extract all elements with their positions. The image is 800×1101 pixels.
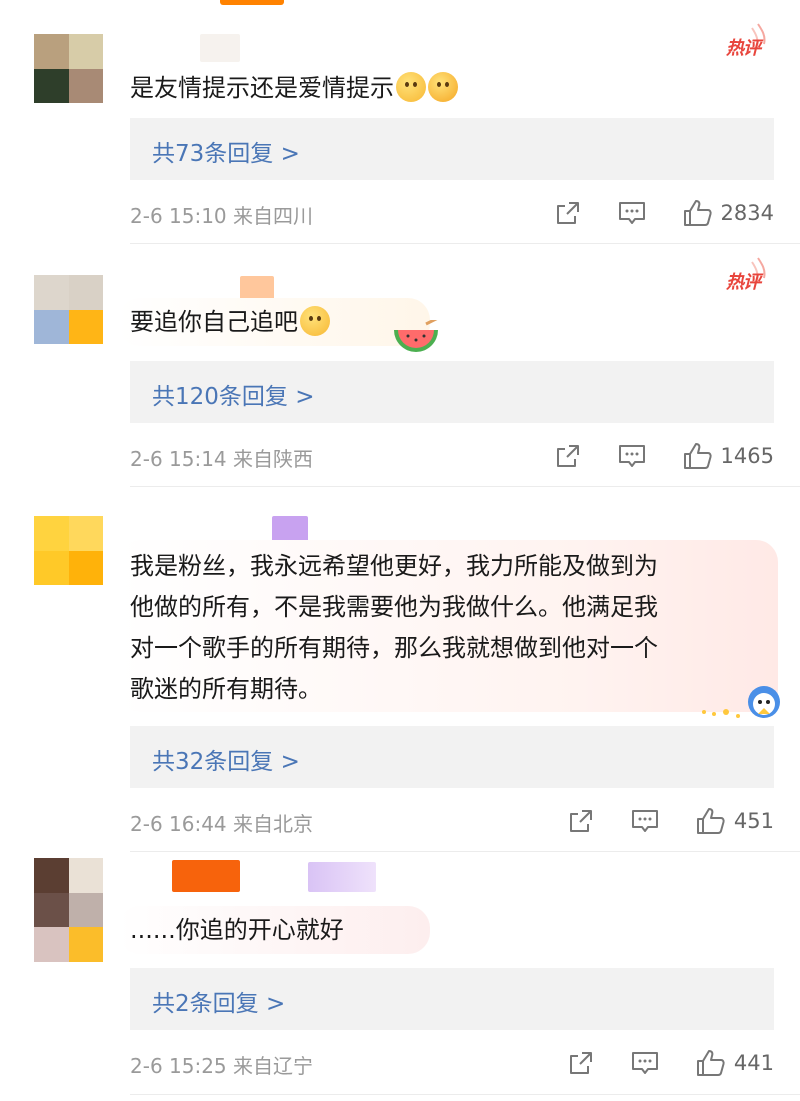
comment-location: 来自陕西 xyxy=(233,447,314,471)
comment-actions: 1465 xyxy=(553,440,774,472)
star-mascot-icon xyxy=(702,686,780,718)
comment-text: ......你追的开心就好 xyxy=(130,916,344,944)
active-tab-indicator xyxy=(220,0,284,5)
like-button[interactable]: 2834 xyxy=(683,199,774,227)
like-icon xyxy=(683,200,712,226)
hot-comment-badge: 热评 xyxy=(726,256,770,296)
username-redacted[interactable] xyxy=(200,34,240,62)
comment-meta: 2-6 16:44 来自北京 xyxy=(130,808,313,837)
share-icon[interactable] xyxy=(566,1048,596,1078)
comment-icon[interactable] xyxy=(630,806,660,836)
avatar[interactable] xyxy=(34,516,103,585)
comment-location: 来自北京 xyxy=(233,812,314,836)
like-count: 451 xyxy=(733,809,774,833)
comment-text: 是友情提示还是爱情提示 xyxy=(130,68,458,108)
username-redacted[interactable] xyxy=(172,860,240,892)
replies-link[interactable]: 共2条回复 > xyxy=(130,968,774,1030)
watermelon-icon xyxy=(394,320,438,352)
replies-link[interactable]: 共73条回复 > xyxy=(130,118,774,180)
comment-actions: 451 xyxy=(566,805,774,837)
comment-location: 来自四川 xyxy=(233,204,314,228)
like-button[interactable]: 451 xyxy=(696,807,774,835)
share-icon[interactable] xyxy=(553,441,583,471)
comment-date: 2-6 16:44 xyxy=(130,812,227,836)
share-icon[interactable] xyxy=(566,806,596,836)
hot-comment-badge: 热评 xyxy=(726,22,770,62)
comment-actions: 441 xyxy=(566,1047,774,1079)
comment-divider xyxy=(130,851,800,852)
replies-link[interactable]: 共120条回复 > xyxy=(130,361,774,423)
comment-icon[interactable] xyxy=(617,198,647,228)
comment-actions: 2834 xyxy=(553,197,774,229)
comment-icon[interactable] xyxy=(617,441,647,471)
comment-location: 来自辽宁 xyxy=(233,1054,314,1078)
like-icon xyxy=(683,443,712,469)
avatar[interactable] xyxy=(34,34,103,103)
comment-date: 2-6 15:10 xyxy=(130,204,227,228)
avatar[interactable] xyxy=(34,275,103,344)
comment-meta: 2-6 15:25 来自辽宁 xyxy=(130,1050,313,1079)
crying-emoji-icon xyxy=(428,72,458,102)
like-count: 2834 xyxy=(720,201,774,225)
hearts-emoji-icon xyxy=(396,72,426,102)
comment-text: 我是粉丝，我永远希望他更好，我力所能及做到为 他做的所有，不是我需要他为我做什么… xyxy=(130,552,658,703)
like-icon xyxy=(696,808,725,834)
comment-icon[interactable] xyxy=(630,1048,660,1078)
comment-date: 2-6 15:25 xyxy=(130,1054,227,1078)
like-icon xyxy=(696,1050,725,1076)
comment-text: 要追你自己追吧 xyxy=(130,302,330,342)
like-button[interactable]: 441 xyxy=(696,1049,774,1077)
avatar[interactable] xyxy=(34,858,103,962)
melting-emoji-icon xyxy=(300,306,330,336)
like-count: 1465 xyxy=(720,444,774,468)
replies-link[interactable]: 共32条回复 > xyxy=(130,726,774,788)
comment-divider xyxy=(130,243,800,244)
share-icon[interactable] xyxy=(553,198,583,228)
comment-date: 2-6 15:14 xyxy=(130,447,227,471)
comment-meta: 2-6 15:10 来自四川 xyxy=(130,200,313,229)
comment-meta: 2-6 15:14 来自陕西 xyxy=(130,443,313,472)
comment-divider xyxy=(130,486,800,487)
username-redacted[interactable] xyxy=(308,862,376,892)
like-button[interactable]: 1465 xyxy=(683,442,774,470)
like-count: 441 xyxy=(733,1051,774,1075)
comment-divider xyxy=(130,1094,800,1095)
